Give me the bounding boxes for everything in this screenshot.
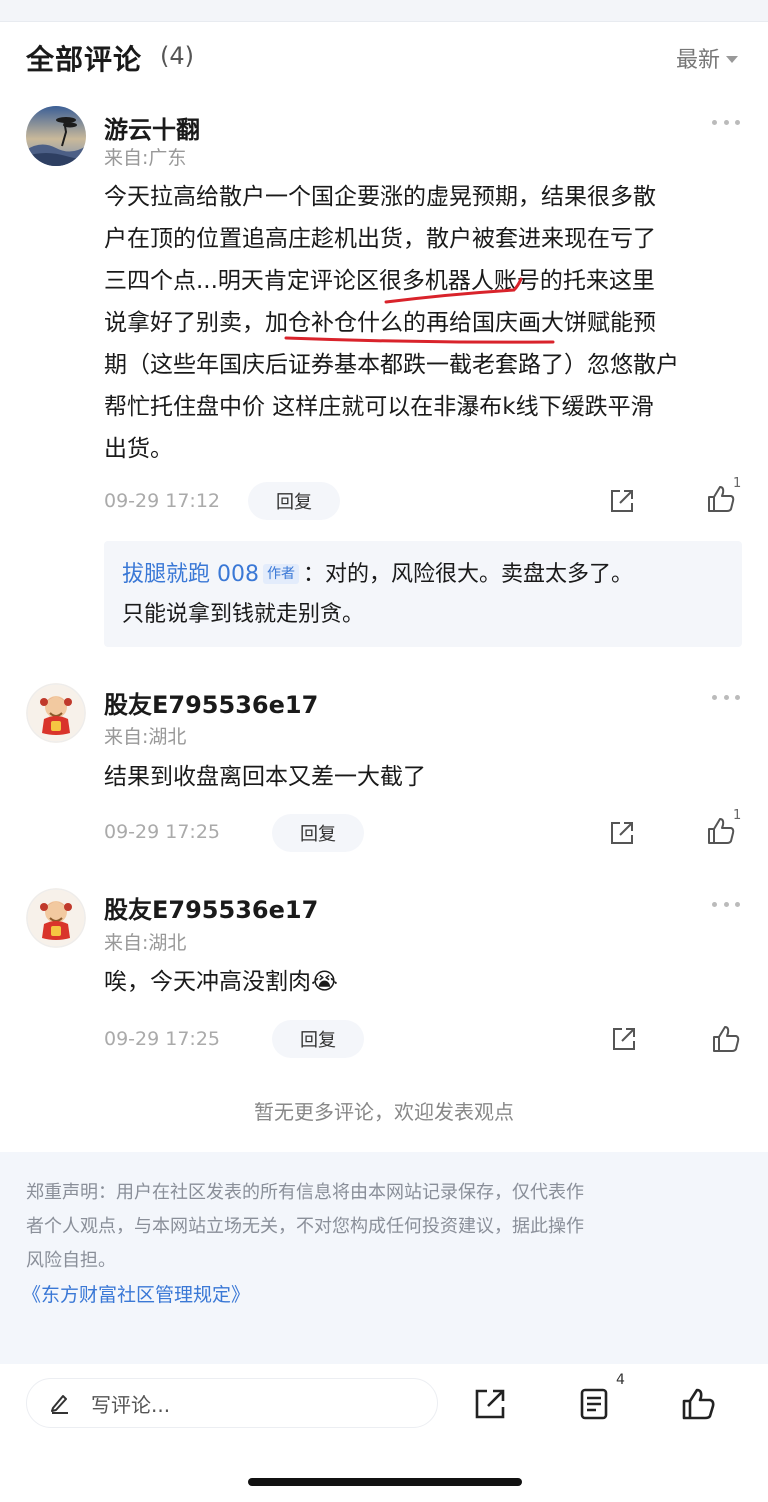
like-count: 1 xyxy=(733,476,742,491)
author-reply-box[interactable]: 拔腿就跑 008 作者 ：对的，风险很大。卖盘太多了。 只能说拿到钱就走别贪。 xyxy=(104,541,742,647)
share-icon[interactable] xyxy=(607,486,637,516)
write-comment-input[interactable]: 写评论... xyxy=(26,1378,438,1428)
more-options-icon[interactable] xyxy=(712,692,740,702)
location-label: 来自:湖北 xyxy=(104,726,187,748)
reply-button[interactable]: 回复 xyxy=(248,482,340,520)
thumbs-up-icon[interactable] xyxy=(680,1386,716,1422)
no-more-comments-text: 暂无更多评论，欢迎发表观点 xyxy=(254,1100,514,1124)
comment-list-icon[interactable] xyxy=(576,1386,612,1422)
reply-button[interactable]: 回复 xyxy=(272,814,364,852)
username[interactable]: 股友E795536e17 xyxy=(104,890,318,925)
thumbs-up-icon[interactable] xyxy=(706,484,736,514)
share-icon[interactable] xyxy=(607,818,637,848)
write-comment-placeholder: 写评论... xyxy=(91,1392,171,1417)
username[interactable]: 股友E795536e17 xyxy=(104,685,318,720)
disclaimer-text: 风险自担。 xyxy=(26,1250,116,1271)
more-options-icon[interactable] xyxy=(712,899,740,909)
comment-time: 09-29 17:12 xyxy=(104,490,221,512)
community-rules-link[interactable]: 《东方财富社区管理规定》 xyxy=(22,1278,742,1312)
comment-text: 唉，今天冲高没割肉😭 xyxy=(104,969,338,995)
disclaimer-text: 郑重声明：用户在社区发表的所有信息将由本网站记录保存，仅代表作 xyxy=(26,1182,584,1203)
like-count: 1 xyxy=(733,808,742,823)
disclaimer-text: 者个人观点，与本网站立场无关，不对您构成任何投资建议，据此操作 xyxy=(26,1216,584,1237)
avatar[interactable] xyxy=(26,888,86,948)
comment-text: 结果到收盘离回本又差一大截了 xyxy=(104,764,426,790)
reply-text-cont: 只能说拿到钱就走别贪。 xyxy=(122,602,365,627)
location-label: 来自:湖北 xyxy=(104,932,187,954)
disclaimer-panel: 郑重声明：用户在社区发表的所有信息将由本网站记录保存，仅代表作 者个人观点，与本… xyxy=(0,1152,768,1364)
reply-text: ：对的，风险很大。卖盘太多了。 xyxy=(303,562,634,587)
pencil-icon xyxy=(51,1395,68,1414)
share-icon[interactable] xyxy=(609,1024,639,1054)
avatar[interactable] xyxy=(26,683,86,743)
thumbs-up-icon[interactable] xyxy=(711,1024,741,1054)
thumbs-up-icon[interactable] xyxy=(706,816,736,846)
red-underline-annotation xyxy=(284,277,555,344)
comment-count-badge: 4 xyxy=(616,1372,625,1388)
comment-time: 09-29 17:25 xyxy=(104,1028,221,1050)
reply-author-name[interactable]: 拔腿就跑 008 xyxy=(122,562,259,587)
reply-button[interactable]: 回复 xyxy=(272,1020,364,1058)
author-badge: 作者 xyxy=(263,564,299,584)
comment-time: 09-29 17:25 xyxy=(104,821,221,843)
share-icon[interactable] xyxy=(472,1386,508,1422)
home-indicator xyxy=(248,1478,522,1486)
